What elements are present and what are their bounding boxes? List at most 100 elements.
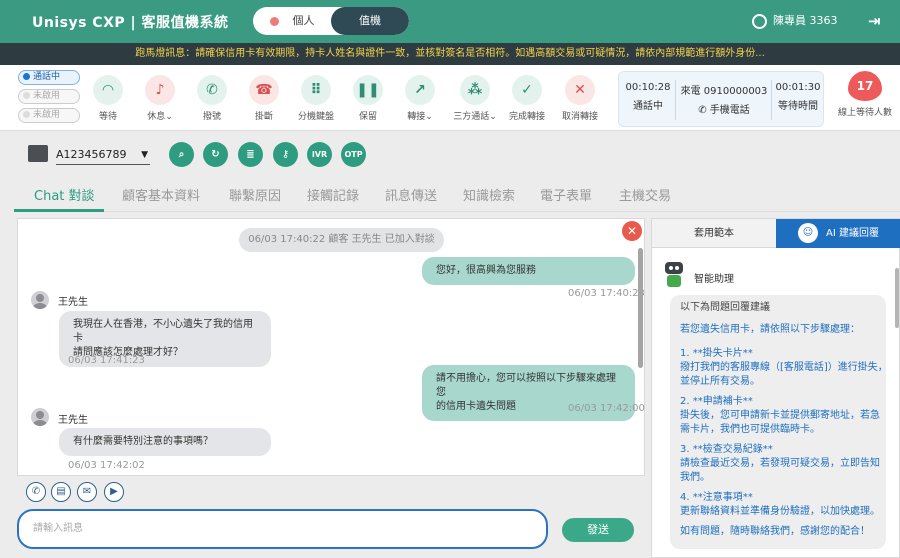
divider <box>675 80 676 120</box>
search-button[interactable]: ⌕ <box>169 142 194 167</box>
robot-eye <box>675 266 679 270</box>
user-profile[interactable]: 陳專員 3363 <box>752 12 838 29</box>
status-pill-inactive[interactable]: 未啟用 <box>18 108 80 123</box>
chat-scrollbar[interactable] <box>638 248 643 368</box>
otp-button[interactable]: OTP <box>341 142 366 167</box>
sender-name: 王先生 <box>58 297 88 308</box>
wait-timer-label: 等待時間 <box>778 101 818 112</box>
message-input[interactable]: 請輸入訊息 <box>17 509 548 549</box>
dial-button[interactable]: ✆ 撥號 <box>185 75 239 122</box>
inquiry-button[interactable]: ≣ <box>238 142 263 167</box>
user-avatar-icon <box>752 13 767 29</box>
hold-button[interactable]: ❚❚ 保留 <box>341 75 395 122</box>
status-label: 未啟用 <box>33 91 61 101</box>
complete-transfer-label: 完成轉接 <box>508 112 545 122</box>
video-call-button[interactable]: ▶ <box>104 482 124 502</box>
transfer-button[interactable]: ↗ 轉接⌄ <box>393 75 447 122</box>
tab-template[interactable]: 套用範本 <box>652 219 776 248</box>
dialpad-button[interactable]: ⠿ 分機鍵盤 <box>289 75 343 122</box>
queue-count-badge: 17 <box>848 71 882 101</box>
refresh-button[interactable]: ↻ <box>203 142 228 167</box>
conference-button[interactable]: ⁂ 三方通話⌄ <box>448 75 502 122</box>
status-label: 未啟用 <box>33 110 61 120</box>
message-timestamp: 06/03 17:42:02 <box>68 460 145 471</box>
headset-icon: ◠ <box>93 75 123 105</box>
message-timestamp: 06/03 17:41:23 <box>68 355 145 366</box>
tab-e-form[interactable]: 電子表單 <box>540 185 592 204</box>
wait-timer-value: 00:01:30 <box>775 82 821 93</box>
phone-type: ✆ 手機電話 <box>698 105 750 116</box>
refresh-icon: ↻ <box>211 149 220 160</box>
active-tab-indicator <box>14 209 104 212</box>
suggestion-line: 3. **檢查交易紀錄** <box>680 444 773 455</box>
marquee-notice: 跑馬燈訊息：請確保信用卡有效期限，持卡人姓名與證件一致，並核對簽名是否相符。如遇… <box>0 43 900 65</box>
message-timestamp: 06/03 17:42:00 <box>568 403 645 414</box>
status-pill-inactive[interactable]: 未啟用 <box>18 89 80 104</box>
robot-eye <box>669 266 673 270</box>
suggestion-line: 我們。 <box>680 472 710 483</box>
hold-icon: ❚❚ <box>353 75 383 105</box>
chevron-down-icon: ▼ <box>141 150 148 160</box>
robot-icon: ☺ <box>798 223 819 243</box>
tab-contact-history[interactable]: 接觸記錄 <box>307 185 359 204</box>
mode-value-option[interactable]: 值機 <box>331 7 409 35</box>
complete-transfer-button[interactable]: ✓ 完成轉接 <box>500 75 554 122</box>
robot-head <box>665 262 683 274</box>
suggestion-line: 若您遺失信用卡，請依照以下步驟處理： <box>680 324 860 335</box>
suggestion-line: 1. **掛失卡片** <box>680 348 753 359</box>
mode-toggle[interactable]: 個人 值機 <box>253 7 409 35</box>
tab-chat[interactable]: Chat 對談 <box>34 185 95 204</box>
mail-icon: ✉ <box>82 486 92 497</box>
cancel-transfer-button[interactable]: ✕ 取消轉接 <box>553 75 607 122</box>
tab-message-send[interactable]: 訊息傳送 <box>385 185 437 204</box>
suggestion-line: 撥打我們的客服專線（[客服電話]）進行掛失， <box>680 362 888 373</box>
status-dot-icon <box>23 73 30 80</box>
hangup-button[interactable]: ☎ 掛斷 <box>237 75 291 122</box>
tab-host-transaction[interactable]: 主機交易 <box>619 185 671 204</box>
ivr-button[interactable]: IVR <box>307 142 332 167</box>
id-card-icon <box>28 145 48 162</box>
tab-contact-reason[interactable]: 聯繫原因 <box>229 185 281 204</box>
email-button[interactable]: ✉ <box>77 482 97 502</box>
phone-icon: ✆ <box>31 486 41 497</box>
tab-ai-suggestion[interactable]: ☺ AI 建議回覆 <box>776 219 900 248</box>
incoming-number: 來電 0910000003 <box>680 86 768 97</box>
chat-button[interactable]: ▤ <box>51 482 71 502</box>
send-button[interactable]: 發送 <box>562 518 634 542</box>
assistant-scrollbar[interactable] <box>895 268 899 328</box>
customer-id-select[interactable]: A123456789 ▼ <box>56 145 150 165</box>
cancel-transfer-label: 取消轉接 <box>561 112 598 122</box>
chat-bubble-icon: ▤ <box>56 486 66 497</box>
divider <box>771 80 772 120</box>
status-pill-in-call[interactable]: 通話中 <box>18 70 80 85</box>
wait-button[interactable]: ◠ 等待 <box>81 75 135 122</box>
status-dot-icon <box>23 111 30 118</box>
suggestion-line: 2. **申請補卡** <box>680 396 753 407</box>
tab-customer-profile[interactable]: 顧客基本資料 <box>122 185 200 204</box>
ai-suggestion-card[interactable]: 以下為問題回覆建議 若您遺失信用卡，請依照以下步驟處理： 1. **掛失卡片**… <box>670 295 888 549</box>
tab-knowledge-search[interactable]: 知識檢索 <box>463 185 515 204</box>
robot-body <box>667 275 681 287</box>
sender-name: 王先生 <box>58 415 88 426</box>
voice-call-button[interactable]: ✆ <box>26 482 46 502</box>
mode-personal-option[interactable]: 個人 <box>253 7 331 35</box>
verify-key-button[interactable]: ⚷ <box>273 142 298 167</box>
status-label: 通話中 <box>33 72 61 82</box>
logout-icon[interactable]: ⇥ <box>868 12 881 30</box>
hangup-label: 掛斷 <box>254 112 273 122</box>
message-text: 有什麼需要特別注意的事項嗎？ <box>73 436 213 447</box>
transfer-icon: ↗ <box>405 75 435 105</box>
suggestion-line: 如有問題，隨時聯絡我們，感謝您的配合！ <box>680 526 870 537</box>
divider <box>14 211 900 212</box>
mode-dot-icon <box>269 16 279 26</box>
break-button[interactable]: ♪ 休息⌄ <box>133 75 187 122</box>
incoming-call-info: 來電 0910000003 ✆ 手機電話 <box>679 82 769 116</box>
agent-message: 您好，很高興為您服務 <box>422 257 635 285</box>
main-tabs: Chat 對談 顧客基本資料 聯繫原因 接觸記錄 訊息傳送 知識檢索 電子表單 … <box>14 175 900 212</box>
call-timer-label: 通話中 <box>633 101 663 112</box>
call-timer: 00:10:28 通話中 <box>625 82 671 112</box>
hold-label: 保留 <box>358 112 377 122</box>
suggestion-line: 更新聯絡資料並準備身份驗證，以加快處理。 <box>680 506 880 517</box>
queue-indicator: 17 線上等待人數 <box>830 71 900 118</box>
close-chat-button[interactable]: ✕ <box>622 221 642 241</box>
